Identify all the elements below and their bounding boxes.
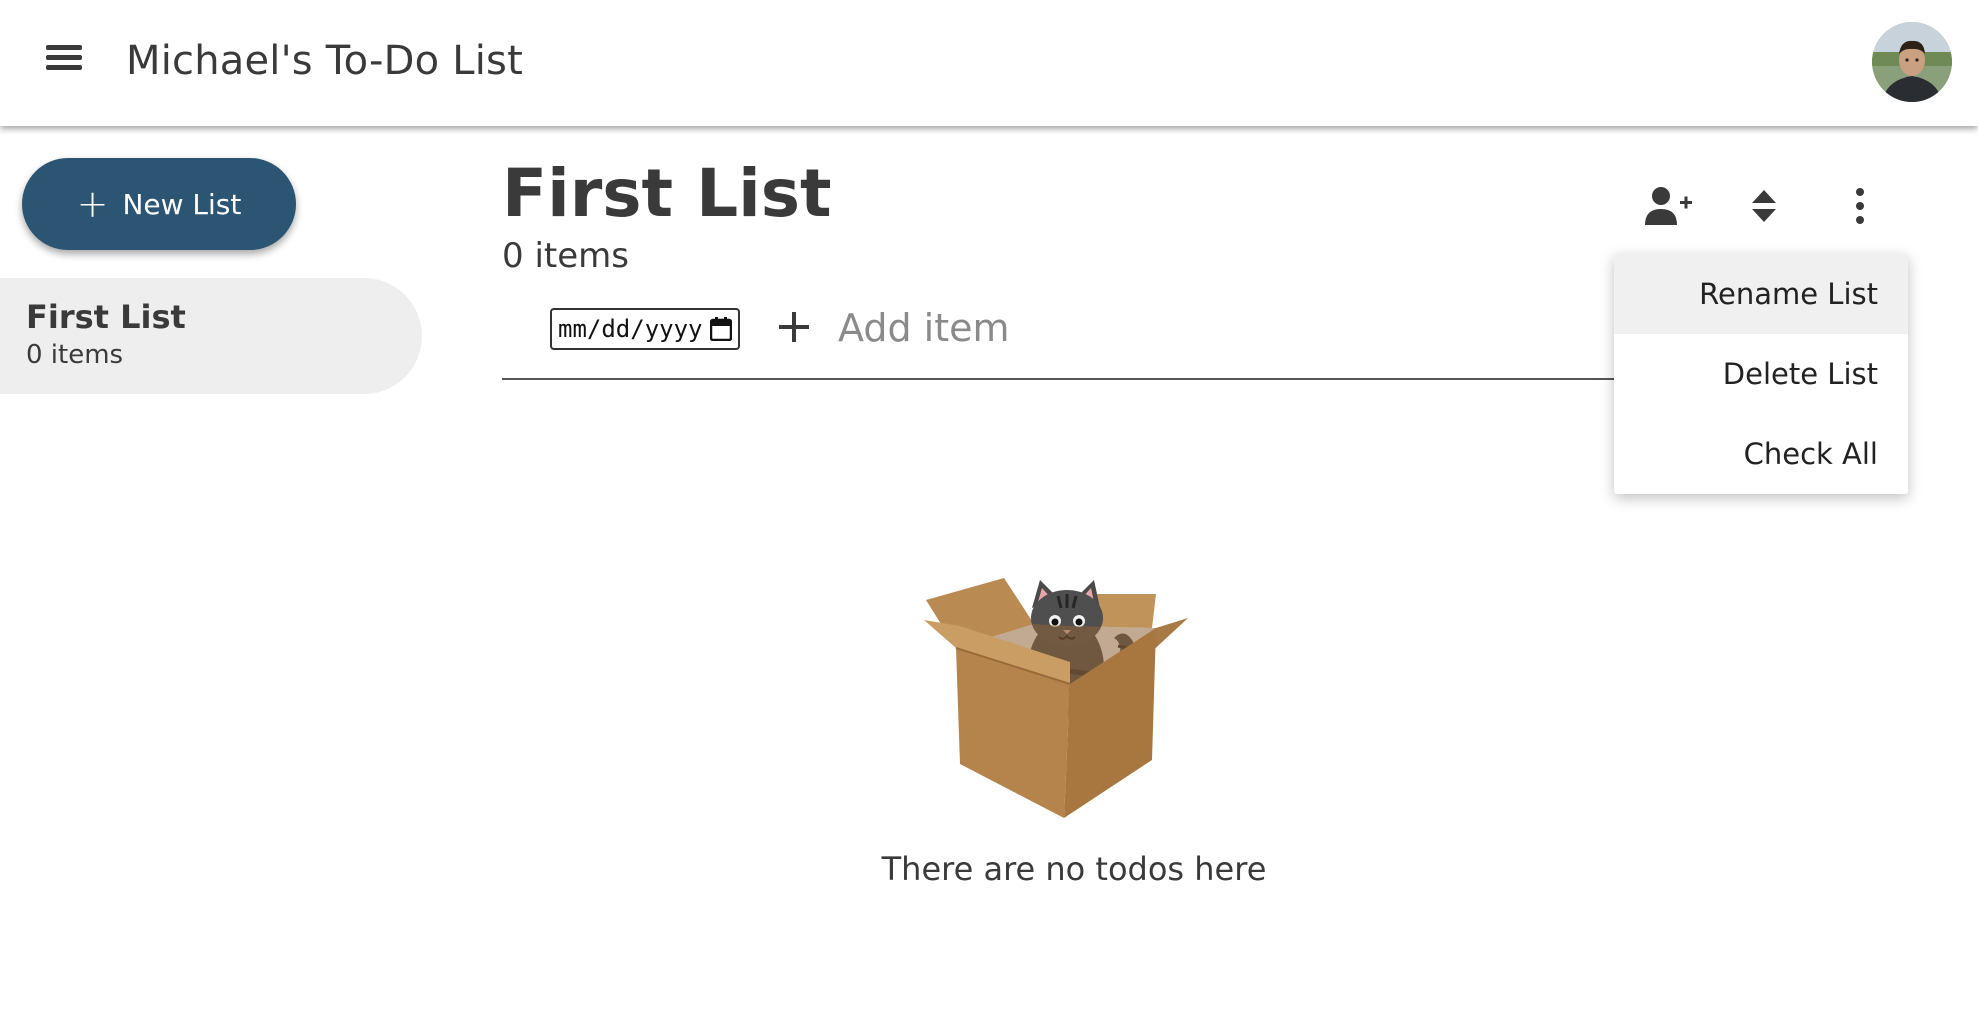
add-item-plus-icon[interactable] bbox=[774, 302, 814, 352]
app-title: Michael's To-Do List bbox=[126, 38, 523, 84]
app-bar: Michael's To-Do List bbox=[0, 0, 1978, 126]
add-item-input[interactable]: Add item bbox=[838, 302, 1598, 354]
sidebar-item-first-list[interactable]: First List 0 items bbox=[0, 278, 422, 394]
list-item-count: 0 items bbox=[502, 236, 629, 276]
cat-in-box-illustration bbox=[918, 564, 1230, 826]
new-list-button[interactable]: + New List bbox=[22, 158, 296, 250]
new-list-label: New List bbox=[122, 187, 242, 221]
add-person-icon[interactable] bbox=[1636, 174, 1700, 238]
more-vert-icon[interactable] bbox=[1828, 174, 1892, 238]
sidebar-item-name: First List bbox=[26, 298, 186, 336]
menu-item-delete-list[interactable]: Delete List bbox=[1614, 334, 1908, 414]
avatar[interactable] bbox=[1872, 22, 1952, 102]
list-options-menu: Rename List Delete List Check All bbox=[1614, 254, 1908, 494]
list-title: First List bbox=[502, 155, 832, 232]
date-placeholder: mm/dd/yyyy bbox=[558, 315, 703, 343]
add-item-underline bbox=[502, 378, 1614, 380]
due-date-input[interactable]: mm/dd/yyyy bbox=[550, 308, 740, 350]
menu-item-rename-list[interactable]: Rename List bbox=[1614, 254, 1908, 334]
calendar-icon[interactable] bbox=[710, 317, 732, 341]
plus-icon: + bbox=[76, 182, 109, 226]
empty-state-text: There are no todos here bbox=[881, 850, 1267, 888]
hamburger-menu-icon[interactable] bbox=[40, 40, 88, 84]
sidebar-item-count: 0 items bbox=[26, 340, 124, 370]
menu-item-check-all[interactable]: Check All bbox=[1614, 414, 1908, 494]
sort-icon[interactable] bbox=[1732, 174, 1796, 238]
